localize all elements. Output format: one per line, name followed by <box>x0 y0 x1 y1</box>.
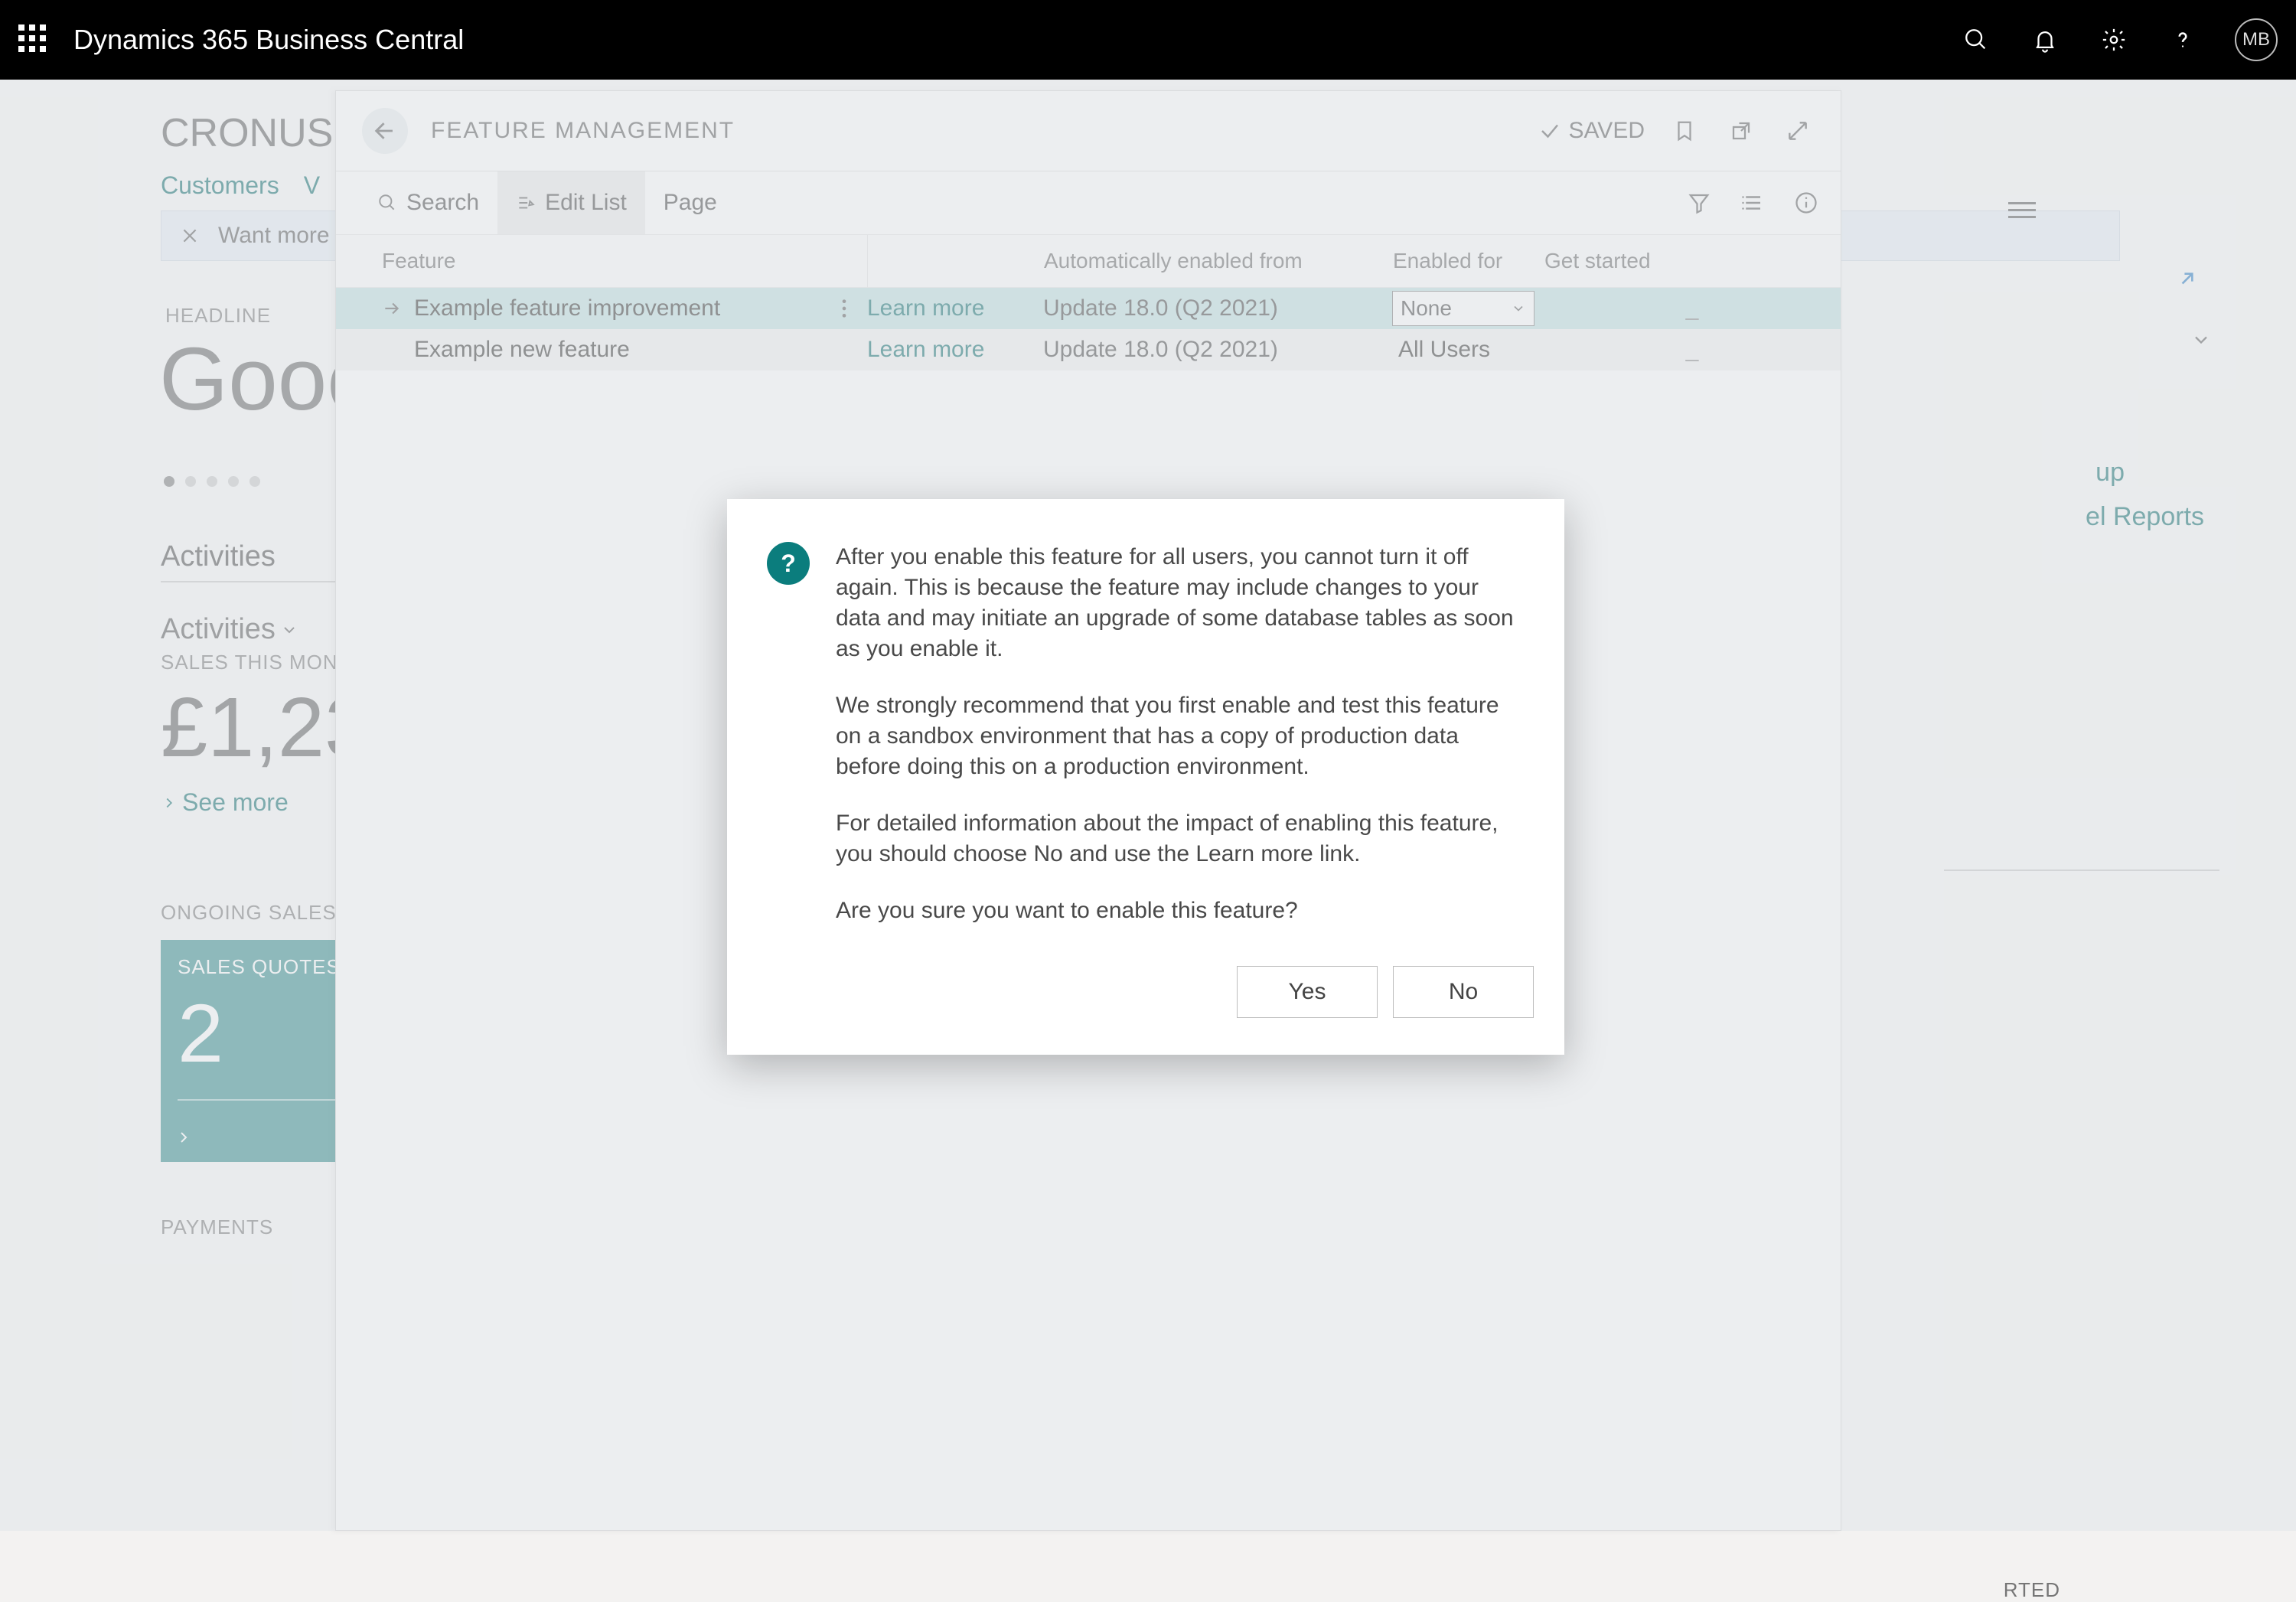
settings-gear-icon[interactable] <box>2097 23 2131 57</box>
peek-label: RTED <box>2004 1578 2060 1602</box>
user-avatar[interactable]: MB <box>2235 18 2278 61</box>
dialog-p2: We strongly recommend that you first ena… <box>836 690 1514 782</box>
dialog-text: After you enable this feature for all us… <box>836 542 1514 926</box>
help-icon[interactable] <box>2166 23 2200 57</box>
notifications-icon[interactable] <box>2028 23 2062 57</box>
app-title: Dynamics 365 Business Central <box>73 24 464 56</box>
dialog-p3: For detailed information about the impac… <box>836 808 1514 870</box>
yes-button[interactable]: Yes <box>1237 966 1378 1018</box>
question-icon: ? <box>767 542 810 585</box>
appbar-actions: MB <box>1959 18 2278 61</box>
app-bar: Dynamics 365 Business Central MB <box>0 0 2296 80</box>
dialog-buttons: Yes No <box>727 957 1564 1055</box>
dialog-p1: After you enable this feature for all us… <box>836 542 1514 664</box>
search-icon[interactable] <box>1959 23 1993 57</box>
dialog-p4: Are you sure you want to enable this fea… <box>836 896 1514 926</box>
no-button[interactable]: No <box>1393 966 1534 1018</box>
app-launcher-icon[interactable] <box>18 24 49 55</box>
confirm-dialog: ? After you enable this feature for all … <box>727 499 1564 1055</box>
